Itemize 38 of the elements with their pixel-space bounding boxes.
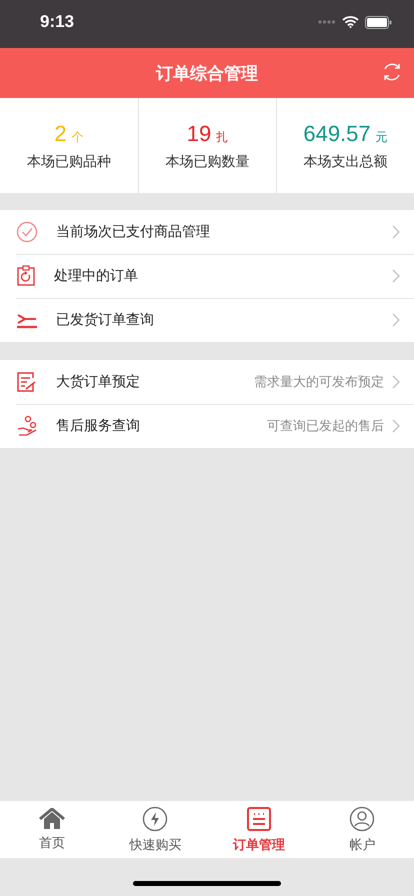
menu-item-label[interactable]: 已发货订单查询 (56, 311, 392, 329)
order-list-icon (246, 806, 272, 832)
lightning-icon (142, 806, 168, 832)
tab-label[interactable]: 帐户 (349, 836, 376, 854)
signal-icon (318, 20, 336, 24)
chevron-icon (392, 225, 400, 239)
stat-label: 本场支出总额 (304, 152, 388, 170)
hand-people-icon (16, 415, 38, 437)
menu-item-label[interactable]: 大货订单预定 (56, 373, 254, 391)
home-icon (38, 808, 65, 830)
menu-item-label[interactable]: 处理中的订单 (54, 267, 392, 285)
wifi-icon (342, 16, 359, 28)
status-time: 9:13 (40, 12, 74, 32)
tab-label[interactable]: 快速购买 (129, 836, 182, 854)
stat-label: 本场已购品种 (27, 152, 111, 170)
page-title: 订单综合管理 (156, 62, 258, 84)
menu-item-hint: 需求量大的可发布预定 (254, 374, 384, 391)
refresh-document-icon (16, 265, 36, 287)
edit-form-icon (16, 371, 38, 393)
menu-item-label[interactable]: 当前场次已支付商品管理 (56, 223, 392, 241)
chevron-icon (392, 375, 400, 389)
stat-value: 2 (54, 120, 67, 146)
stat-value: 19 (186, 120, 212, 146)
stat-unit: 元 (376, 128, 388, 146)
stat-unit: 个 (72, 128, 84, 146)
menu-item-label[interactable]: 售后服务查询 (56, 417, 267, 435)
battery-icon (365, 16, 392, 28)
stat-unit: 扎 (216, 128, 228, 146)
chevron-icon (392, 313, 400, 327)
tab-label[interactable]: 首页 (38, 834, 65, 852)
tab-label[interactable]: 订单管理 (232, 836, 285, 854)
user-icon (349, 806, 376, 832)
chevron-icon (392, 419, 400, 433)
stat-value: 649.57 (303, 120, 371, 146)
menu-item-hint: 可查询已发起的售后 (267, 418, 384, 435)
stat-label: 本场已购数量 (166, 152, 250, 170)
chevron-icon (392, 269, 400, 283)
check-circle-icon (16, 221, 38, 243)
